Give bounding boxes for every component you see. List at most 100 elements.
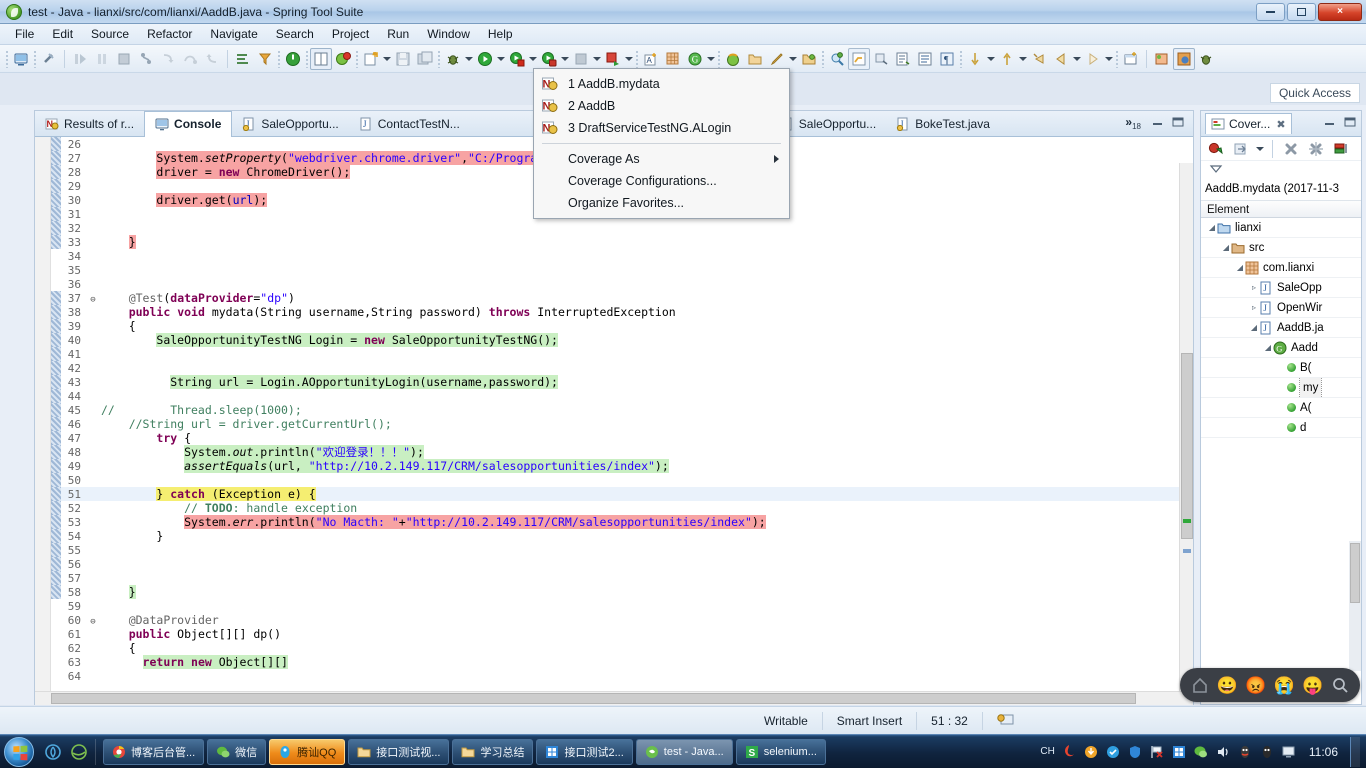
terminate-button-icon[interactable] xyxy=(570,48,592,70)
link-break-icon[interactable] xyxy=(38,48,60,70)
ime-language-label[interactable]: CH xyxy=(1040,746,1054,757)
code-line[interactable]: 48 System.out.println("欢迎登录！！！"); xyxy=(51,445,1193,459)
taskbar-item-wechat[interactable]: 微信 xyxy=(207,738,267,765)
import-dropdown-icon[interactable] xyxy=(1255,138,1265,160)
coverage-session-icon[interactable] xyxy=(332,48,354,70)
toolbar-drag-handle-5[interactable] xyxy=(355,49,359,68)
new-package-icon[interactable] xyxy=(662,48,684,70)
code-line[interactable]: 63 return new Object[][] xyxy=(51,655,1193,669)
code-line[interactable]: 37 ⊖ @Test(dataProvider="dp") xyxy=(51,291,1193,305)
tree-expand-arrow-icon[interactable]: ◢ xyxy=(1207,218,1217,237)
menu-run[interactable]: Run xyxy=(378,25,418,43)
previous-annotation-caret[interactable] xyxy=(1018,48,1028,70)
editor-status-icon[interactable] xyxy=(981,711,1029,730)
back-icon[interactable] xyxy=(1050,48,1072,70)
next-annotation-caret[interactable] xyxy=(986,48,996,70)
tab-overflow-button[interactable]: »18 xyxy=(1125,115,1141,131)
code-line[interactable]: 45// Thread.sleep(1000); xyxy=(51,403,1193,417)
step-return-icon[interactable] xyxy=(201,48,223,70)
tree-expand-arrow-icon[interactable]: ◢ xyxy=(1249,318,1259,337)
menu-file[interactable]: File xyxy=(6,25,43,43)
code-editor[interactable]: 26 27 System.setProperty("webdriver.chrom… xyxy=(35,137,1193,705)
close-button[interactable]: × xyxy=(1318,2,1362,21)
emoji-grin[interactable]: 😀 xyxy=(1217,677,1238,694)
drop-to-frame-icon[interactable] xyxy=(232,48,254,70)
next-annotation-icon[interactable] xyxy=(964,48,986,70)
tree-row[interactable]: ▹ J SaleOpp xyxy=(1201,278,1361,298)
toolbar-drag-handle-2[interactable] xyxy=(33,49,37,68)
edit-icon[interactable] xyxy=(766,48,788,70)
forward-icon[interactable] xyxy=(1082,48,1104,70)
taskbar-item-api-test-video[interactable]: 接口测试视... xyxy=(348,738,450,765)
new-wizard-icon[interactable] xyxy=(10,48,32,70)
new-java-project-icon[interactable] xyxy=(360,48,382,70)
code-line[interactable]: 61 public Object[][] dp() xyxy=(51,627,1193,641)
menu-item-coverage-as[interactable]: Coverage As xyxy=(534,148,789,170)
spring-bean-icon[interactable] xyxy=(722,48,744,70)
java-perspective-icon[interactable] xyxy=(1151,48,1173,70)
coverage-icon[interactable] xyxy=(506,48,528,70)
toolbar-drag-handle-10[interactable] xyxy=(959,49,963,68)
code-line[interactable]: 55 xyxy=(51,543,1193,557)
open-task-icon[interactable] xyxy=(892,48,914,70)
taskbar-item-qq[interactable]: 腾讪QQ xyxy=(269,738,346,765)
code-line[interactable]: 59 xyxy=(51,599,1193,613)
360-icon[interactable] xyxy=(1105,744,1121,760)
menu-project[interactable]: Project xyxy=(323,25,378,43)
code-line[interactable]: 41 xyxy=(51,347,1193,361)
tree-row[interactable]: ◢ J AaddB.ja xyxy=(1201,318,1361,338)
save-all-icon[interactable] xyxy=(414,48,436,70)
code-line[interactable]: 47 try { xyxy=(51,431,1193,445)
tree-expand-arrow-icon[interactable]: ▹ xyxy=(1249,278,1259,297)
browser-icon[interactable] xyxy=(40,739,66,765)
terminate-icon[interactable] xyxy=(113,48,135,70)
tree-row[interactable]: d xyxy=(1201,418,1361,438)
download-icon[interactable] xyxy=(1083,744,1099,760)
remove-all-sessions-icon[interactable] xyxy=(1305,138,1327,160)
toolbar-drag-handle[interactable] xyxy=(5,49,9,68)
relaunch-coverage-session-icon[interactable] xyxy=(1205,138,1227,160)
tree-row[interactable]: A( xyxy=(1201,398,1361,418)
toggle-block-selection-icon[interactable]: ¶ xyxy=(936,48,958,70)
tree-row[interactable]: ◢ com.lianxi xyxy=(1201,258,1361,278)
remove-session-icon[interactable] xyxy=(1280,138,1302,160)
minimize-button[interactable] xyxy=(1256,2,1285,21)
forward-caret[interactable] xyxy=(1104,48,1114,70)
skip-breakpoints-icon[interactable] xyxy=(69,48,91,70)
home-icon[interactable] xyxy=(1190,675,1210,695)
open-console-icon[interactable] xyxy=(310,47,332,70)
tab-saleopportunity-1[interactable]: J SaleOpportu... xyxy=(232,111,348,137)
editor-horizontal-scrollbar[interactable] xyxy=(35,691,1193,705)
resume-icon[interactable] xyxy=(91,48,113,70)
menu-edit[interactable]: Edit xyxy=(43,25,82,43)
maximize-view-icon[interactable] xyxy=(1171,116,1185,131)
minimize-view-icon[interactable] xyxy=(1151,116,1165,131)
profile-dropdown-caret[interactable] xyxy=(560,48,570,70)
spring-perspective-icon[interactable] xyxy=(1173,47,1195,70)
ie-icon[interactable] xyxy=(66,739,92,765)
last-edit-location-icon[interactable] xyxy=(1028,48,1050,70)
profile-icon[interactable] xyxy=(538,48,560,70)
debug-icon[interactable] xyxy=(442,48,464,70)
new-window-icon[interactable] xyxy=(1120,48,1142,70)
menu-source[interactable]: Source xyxy=(82,25,138,43)
step-into-icon[interactable] xyxy=(157,48,179,70)
code-line[interactable]: 35 xyxy=(51,263,1193,277)
collapse-expand-icon[interactable] xyxy=(1330,138,1352,160)
menu-item-coverage-configurations[interactable]: Coverage Configurations... xyxy=(534,170,789,192)
toolbar-drag-handle-6[interactable] xyxy=(437,49,441,68)
external-tools-icon[interactable] xyxy=(602,48,624,70)
toolbar-drag-handle-9[interactable] xyxy=(821,49,825,68)
tab-coverage[interactable]: Cover... ✖ xyxy=(1205,113,1292,134)
menu-window[interactable]: Window xyxy=(418,25,479,43)
disconnect-icon[interactable] xyxy=(135,48,157,70)
view-menu-icon[interactable] xyxy=(1209,161,1223,179)
new-dropdown-caret[interactable] xyxy=(382,48,392,70)
code-line[interactable]: 53 System.err.println("No Macth: "+"http… xyxy=(51,515,1193,529)
maximize-button[interactable] xyxy=(1287,2,1316,21)
marker-bar[interactable] xyxy=(35,137,51,705)
flag-icon[interactable] xyxy=(1149,744,1165,760)
code-line[interactable]: 43 String url = Login.AOpportunityLogin(… xyxy=(51,375,1193,389)
toolbar-drag-handle-11[interactable] xyxy=(1115,49,1119,68)
code-line[interactable]: 34 xyxy=(51,249,1193,263)
